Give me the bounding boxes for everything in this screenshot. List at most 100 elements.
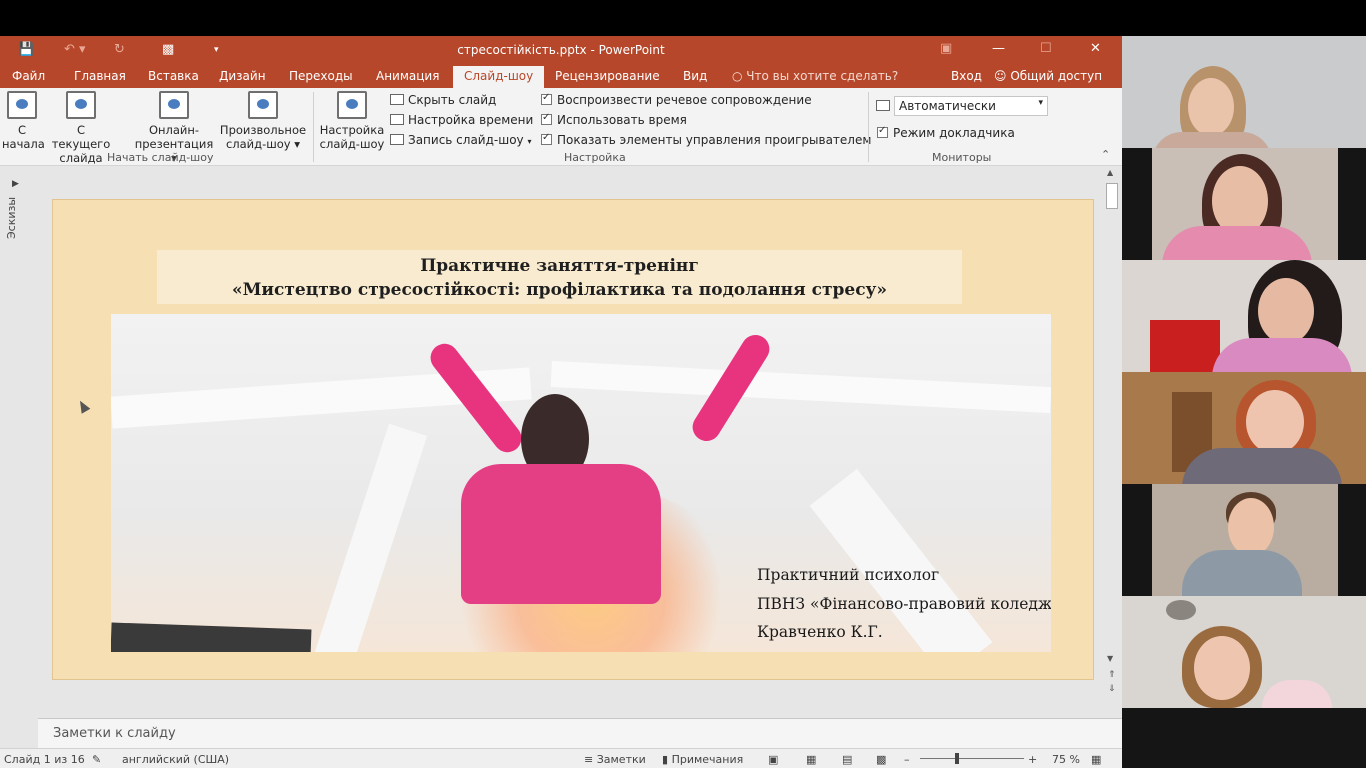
tab-insert[interactable]: Вставка bbox=[148, 69, 199, 83]
editing-area: ▶ Эскизы Практичне заняття-тренінг «Мист… bbox=[0, 167, 1122, 747]
language-indicator[interactable]: английский (США) bbox=[122, 753, 229, 766]
scroll-down-icon[interactable]: ▼ bbox=[1107, 654, 1113, 663]
presenter-view-checkbox[interactable]: Режим докладчика bbox=[877, 125, 1015, 140]
notes-placeholder: Заметки к слайду bbox=[53, 726, 176, 741]
slide-canvas[interactable]: Практичне заняття-тренінг «Мистецтво стр… bbox=[52, 199, 1094, 680]
minimize-icon[interactable]: — bbox=[992, 41, 1005, 56]
from-current-slide-button[interactable]: С текущего слайда bbox=[46, 91, 116, 165]
play-narrations-checkbox[interactable]: Воспроизвести речевое сопровождение bbox=[541, 92, 812, 107]
hide-slide-icon bbox=[390, 94, 404, 105]
tab-home[interactable]: Главная bbox=[74, 69, 126, 83]
start-group-label: Начать слайд-шоу bbox=[107, 151, 214, 164]
lightbulb-icon: ○ bbox=[732, 69, 747, 83]
tab-review[interactable]: Рецензирование bbox=[555, 69, 660, 83]
tab-slideshow[interactable]: Слайд-шоу bbox=[453, 66, 545, 88]
tab-view[interactable]: Вид bbox=[683, 69, 707, 83]
participant-tile[interactable] bbox=[1122, 260, 1366, 372]
checkbox-checked-icon bbox=[541, 132, 552, 145]
next-slide-icon[interactable]: ⇓ bbox=[1108, 684, 1116, 694]
participant-face bbox=[1188, 78, 1234, 136]
powerpoint-window: 💾 ↶ ▾ ↻ ▩ ▾ стресостійкість.pptx - Power… bbox=[0, 36, 1122, 768]
setup-slideshow-button[interactable]: Настройка слайд-шоу bbox=[318, 91, 386, 151]
window-title: стресостійкість.pptx - PowerPoint bbox=[457, 43, 665, 57]
title-bar: 💾 ↶ ▾ ↻ ▩ ▾ стресостійкість.pptx - Power… bbox=[0, 36, 1122, 64]
screen: 💾 ↶ ▾ ↻ ▩ ▾ стресостійкість.pptx - Power… bbox=[0, 0, 1366, 768]
tab-file[interactable]: Файл bbox=[12, 69, 45, 83]
slideshow-view-icon[interactable]: ▩ bbox=[876, 753, 886, 766]
thumbnails-pane[interactable]: ▶ Эскизы bbox=[0, 167, 36, 747]
scrollbar-thumb[interactable] bbox=[1106, 183, 1118, 209]
notes-pane[interactable]: Заметки к слайду bbox=[38, 718, 1122, 748]
participant-tile[interactable] bbox=[1122, 596, 1366, 708]
red-sofa bbox=[1150, 320, 1220, 372]
record-slideshow-button[interactable]: Запись слайд-шоу ▾ bbox=[390, 133, 532, 147]
ribbon: С начала С текущего слайда Онлайн- презе… bbox=[0, 88, 1122, 166]
previous-slide-icon[interactable]: ⇑ bbox=[1108, 670, 1116, 680]
participant-tile[interactable] bbox=[1122, 372, 1366, 484]
slide-photo[interactable]: Практичний психолог ПВНЗ «Фінансово-прав… bbox=[111, 314, 1051, 652]
participant-face bbox=[1228, 498, 1274, 556]
checkbox-checked-icon bbox=[541, 112, 552, 125]
slide-sorter-icon[interactable]: ▦ bbox=[806, 753, 816, 766]
record-icon bbox=[390, 134, 404, 145]
slide-title-line2: «Мистецтво стресостійкості: профілактика… bbox=[231, 280, 888, 300]
participant-tile[interactable] bbox=[1152, 484, 1338, 596]
sign-in-link[interactable]: Вход bbox=[951, 69, 982, 83]
fit-to-window-icon[interactable]: ▦ bbox=[1091, 753, 1101, 766]
share-button[interactable]: ☺ Общий доступ bbox=[994, 69, 1102, 83]
zoom-out-icon[interactable]: – bbox=[904, 753, 910, 766]
participant-shirt bbox=[1182, 448, 1342, 484]
participant-face bbox=[1194, 636, 1250, 700]
zoom-slider-knob[interactable] bbox=[955, 753, 959, 764]
notes-toggle-button[interactable]: ≡ Заметки bbox=[584, 753, 646, 766]
slide-counter: Слайд 1 из 16 bbox=[4, 753, 85, 766]
participant-tile[interactable] bbox=[1122, 36, 1366, 148]
tab-transitions[interactable]: Переходы bbox=[289, 69, 353, 83]
from-beginning-button[interactable]: С начала bbox=[2, 91, 45, 151]
tell-me-search[interactable]: ○ Что вы хотите сделать? bbox=[732, 69, 898, 83]
person-icon: ☺ bbox=[994, 69, 1011, 83]
spellcheck-icon[interactable]: ✎ bbox=[92, 753, 101, 766]
current-slide-icon bbox=[66, 91, 96, 119]
reading-view-icon[interactable]: ▤ bbox=[842, 753, 852, 766]
custom-slides-icon bbox=[248, 91, 278, 119]
setup-group-label: Настройка bbox=[564, 151, 626, 164]
zoom-in-icon[interactable]: + bbox=[1028, 753, 1037, 766]
collapse-ribbon-icon[interactable]: ⌃ bbox=[1101, 148, 1110, 161]
zoom-slider[interactable] bbox=[920, 758, 1024, 759]
slide-title-line1: Практичне заняття-тренінг bbox=[420, 256, 699, 276]
ground-silhouette bbox=[111, 622, 312, 652]
person-body bbox=[461, 464, 661, 604]
monitor-select[interactable]: Автоматически ▾ bbox=[894, 96, 1048, 116]
globe-screen-icon bbox=[159, 91, 189, 119]
close-icon[interactable]: ✕ bbox=[1090, 41, 1101, 56]
participant-tile[interactable] bbox=[1152, 148, 1338, 260]
slideshow-play-icon bbox=[7, 91, 37, 119]
bridge-beam bbox=[550, 360, 1051, 414]
normal-view-icon[interactable]: ▣ bbox=[768, 753, 778, 766]
scroll-up-icon[interactable]: ▲ bbox=[1107, 168, 1113, 177]
monitor-icon bbox=[876, 100, 890, 111]
tab-animations[interactable]: Анимация bbox=[376, 69, 439, 83]
maximize-icon[interactable]: ☐ bbox=[1040, 41, 1052, 56]
bridge-beam bbox=[314, 423, 428, 652]
ribbon-tabs: Файл Главная Вставка Дизайн Переходы Ани… bbox=[0, 64, 1122, 88]
ribbon-display-icon[interactable]: ▣ bbox=[940, 41, 952, 56]
slide-title-box[interactable]: Практичне заняття-тренінг «Мистецтво стр… bbox=[157, 250, 962, 304]
checkbox-checked-icon bbox=[541, 92, 552, 105]
author-line3: Кравченко К.Г. bbox=[757, 623, 883, 641]
checkbox-checked-icon bbox=[877, 125, 888, 138]
expand-thumbnails-icon[interactable]: ▶ bbox=[12, 179, 19, 189]
ceiling-lamp bbox=[1166, 600, 1196, 620]
show-media-controls-checkbox[interactable]: Показать элементы управления проигрывате… bbox=[541, 132, 871, 147]
hide-slide-button[interactable]: Скрыть слайд bbox=[390, 93, 496, 107]
monitors-group-label: Мониторы bbox=[932, 151, 992, 164]
participant-shirt bbox=[1162, 226, 1312, 260]
custom-slideshow-button[interactable]: Произвольное слайд-шоу ▾ bbox=[216, 91, 310, 151]
vertical-scrollbar[interactable]: ▲ ▼ ⇑ ⇓ bbox=[1104, 167, 1120, 697]
zoom-level[interactable]: 75 % bbox=[1052, 753, 1080, 766]
tab-design[interactable]: Дизайн bbox=[219, 69, 266, 83]
use-timings-checkbox[interactable]: Использовать время bbox=[541, 112, 687, 127]
comments-toggle-button[interactable]: ▮ Примечания bbox=[662, 753, 743, 766]
rehearse-timings-button[interactable]: Настройка времени bbox=[390, 113, 533, 127]
